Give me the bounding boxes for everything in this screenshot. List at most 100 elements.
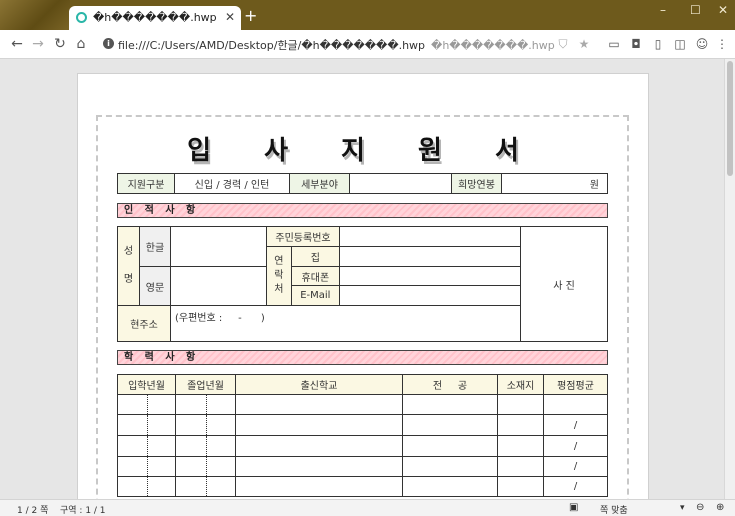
address-label: 현주소 (117, 305, 171, 342)
graduation-cell[interactable] (175, 435, 236, 457)
location-cell[interactable] (497, 394, 544, 415)
view-mode-icon[interactable]: ▣ (569, 502, 578, 513)
email-field[interactable] (339, 285, 521, 306)
chevron-down-icon[interactable]: ▾ (680, 503, 685, 513)
major-cell[interactable] (402, 476, 498, 497)
home-phone-field[interactable] (339, 246, 521, 267)
education-header-admission: 입학년월 (117, 374, 176, 395)
english-name-field[interactable] (170, 266, 267, 306)
address-field[interactable]: (우편번호 : - ) (170, 305, 521, 342)
rrn-field[interactable] (339, 226, 521, 247)
site-info-icon[interactable]: i (103, 38, 114, 49)
forward-icon[interactable]: → (30, 35, 46, 53)
school-cell[interactable] (235, 476, 403, 497)
screenshot-icon[interactable]: ◘ (629, 36, 643, 52)
location-cell[interactable] (497, 476, 544, 497)
admission-cell[interactable] (117, 414, 176, 436)
table-row: / (117, 476, 608, 497)
major-cell[interactable] (402, 456, 498, 477)
gpa-cell[interactable]: / (543, 476, 608, 497)
home-phone-label: 집 (290, 246, 341, 267)
table-row: / (117, 435, 608, 457)
school-cell[interactable] (235, 456, 403, 477)
status-bar: 1 / 2 쪽 구역 : 1 / 1 ▣ 쪽 맞춤 ▾ ⊖ ⊕ (0, 499, 735, 516)
school-cell[interactable] (235, 435, 403, 457)
zoom-in-icon[interactable]: ⊕ (716, 502, 724, 513)
back-icon[interactable]: ← (9, 35, 25, 53)
document-title: 입 사 지 원 서 (187, 136, 541, 166)
gpa-cell[interactable] (543, 394, 608, 415)
education-header-graduation: 졸업년월 (175, 374, 236, 395)
document-page: 입 사 지 원 서 지원구분 신입 / 경력 / 인턴 세부분야 희망연봉 원 … (77, 73, 649, 499)
apply-type-label: 지원구분 (117, 173, 175, 194)
url-text: file:///C:/Users/AMD/Desktop/한글/�h������… (118, 39, 426, 52)
name-label: 성 명 (117, 226, 140, 306)
menu-icon[interactable]: ⋮ (715, 36, 729, 52)
scrollbar-thumb[interactable] (727, 61, 733, 176)
home-icon[interactable]: ⌂ (73, 35, 89, 53)
major-cell[interactable] (402, 414, 498, 436)
graduation-cell[interactable] (175, 476, 236, 497)
new-tab-button[interactable]: + (244, 6, 257, 25)
browser-toolbar: ← → ↻ ⌂ i file:///C:/Users/AMD/Desktop/한… (0, 30, 735, 59)
desired-salary-label: 희망연봉 (451, 173, 502, 194)
zoom-out-icon[interactable]: ⊖ (696, 502, 704, 513)
location-cell[interactable] (497, 414, 544, 436)
gpa-cell[interactable]: / (543, 456, 608, 477)
profile-icon[interactable]: ☺ (695, 36, 709, 52)
location-cell[interactable] (497, 456, 544, 477)
admission-cell[interactable] (117, 456, 176, 477)
gpa-cell[interactable]: / (543, 414, 608, 436)
page-indicator: 1 / 2 쪽 (17, 506, 49, 516)
contact-label: 연 락 처 (266, 246, 292, 306)
table-row (117, 394, 608, 415)
sidebar-icon[interactable]: ◫ (673, 36, 687, 52)
apply-type-value[interactable]: 신입 / 경력 / 인턴 (174, 173, 290, 194)
graduation-cell[interactable] (175, 394, 236, 415)
section-indicator: 구역 : 1 / 1 (60, 506, 106, 516)
camera-icon[interactable]: ▭ (607, 36, 621, 52)
korean-name-label: 한글 (139, 226, 171, 267)
address-bar[interactable]: file:///C:/Users/AMD/Desktop/한글/�h������… (118, 37, 555, 53)
reader-icon[interactable]: ▯ (651, 36, 665, 52)
korean-name-field[interactable] (170, 226, 267, 267)
fit-mode-select[interactable]: 쪽 맞춤 (600, 503, 628, 516)
reload-icon[interactable]: ↻ (52, 35, 68, 53)
table-row: / (117, 456, 608, 477)
maximize-button[interactable]: ☐ (690, 3, 701, 17)
school-cell[interactable] (235, 394, 403, 415)
detail-field-value[interactable] (349, 173, 452, 194)
admission-cell[interactable] (117, 435, 176, 457)
english-name-label: 영문 (139, 266, 171, 306)
major-cell[interactable] (402, 394, 498, 415)
graduation-cell[interactable] (175, 414, 236, 436)
close-window-button[interactable]: ✕ (718, 3, 728, 17)
table-row: / (117, 414, 608, 436)
personal-info-table: 성 명 한글 주민등록번호 사 진 연 락 처 집 영문 휴대폰 E-Mail (117, 226, 608, 342)
personal-section-header: 인 적 사 항 (117, 203, 608, 218)
admission-cell[interactable] (117, 476, 176, 497)
tab-title: �h�������.hwp (93, 11, 217, 24)
theme-decoration (0, 0, 70, 30)
major-cell[interactable] (402, 435, 498, 457)
photo-box: 사 진 (520, 226, 608, 342)
graduation-cell[interactable] (175, 456, 236, 477)
education-header-school: 출신학교 (235, 374, 403, 395)
loading-icon (76, 12, 87, 23)
tab-close-icon[interactable]: ✕ (225, 10, 235, 24)
gpa-cell[interactable]: / (543, 435, 608, 457)
desired-salary-unit[interactable]: 원 (501, 173, 608, 194)
minimize-button[interactable]: – (660, 3, 666, 17)
school-cell[interactable] (235, 414, 403, 436)
vertical-scrollbar[interactable] (724, 59, 735, 499)
location-cell[interactable] (497, 435, 544, 457)
url-suggestion: �h�������.hwp (431, 39, 555, 52)
rrn-label: 주민등록번호 (266, 226, 340, 247)
admission-cell[interactable] (117, 394, 176, 415)
education-header-gpa: 평점평균 (543, 374, 608, 395)
document-viewer[interactable]: 입 사 지 원 서 지원구분 신입 / 경력 / 인턴 세부분야 희망연봉 원 … (0, 59, 735, 499)
shield-icon[interactable]: ⛉ (556, 36, 570, 52)
mobile-field[interactable] (339, 266, 521, 286)
star-icon[interactable]: ★ (577, 36, 591, 52)
browser-tab[interactable]: �h�������.hwp ✕ (69, 6, 241, 30)
